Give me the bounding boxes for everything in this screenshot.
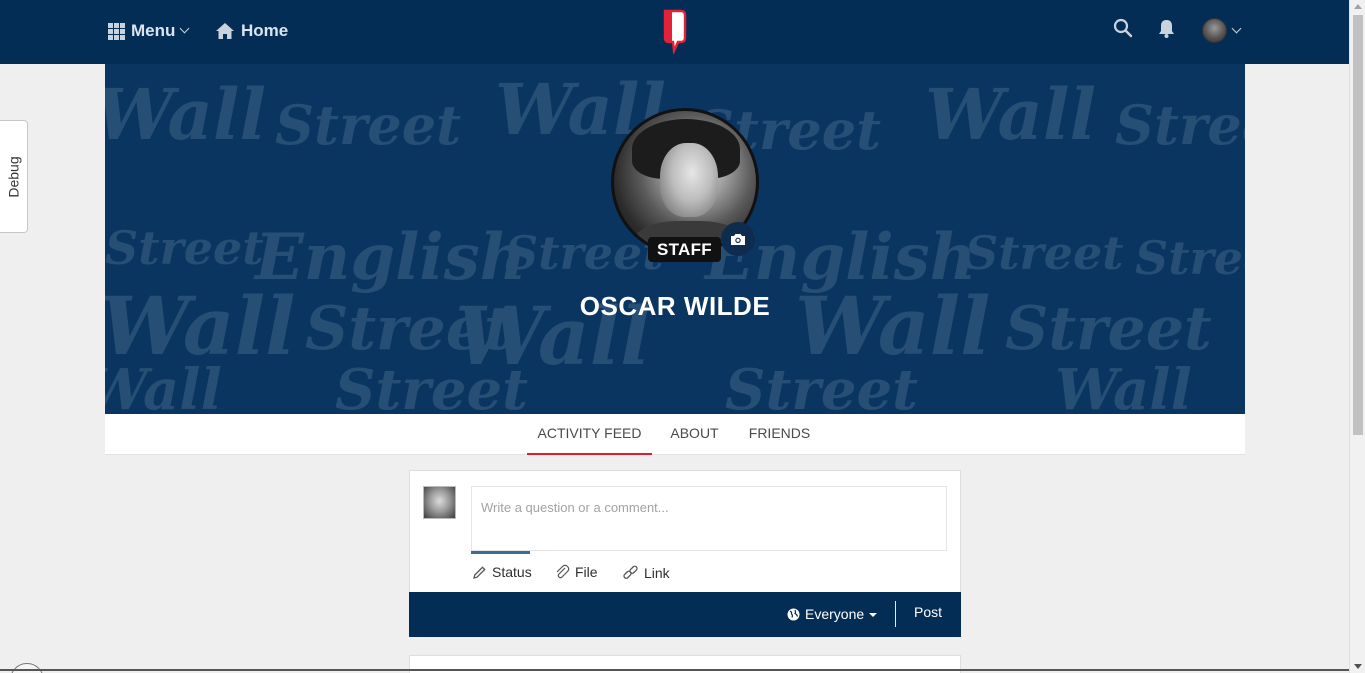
home-icon (216, 23, 234, 39)
window-bottom-edge (0, 669, 1349, 671)
status-type-label: Status (492, 564, 532, 580)
link-icon (623, 565, 638, 579)
home-link[interactable]: Home (215, 18, 288, 44)
composer-footer: Everyone Post (409, 592, 961, 637)
menu-label: Menu (131, 21, 176, 40)
caret-down-icon (869, 613, 878, 617)
audience-label: Everyone (805, 606, 865, 622)
link-type-label: Link (644, 564, 670, 581)
avatar (1202, 18, 1227, 43)
profile-name: OSCAR WILDE (579, 291, 771, 321)
svg-text:Wall: Wall (925, 73, 1096, 156)
chevron-down-icon (1231, 23, 1242, 33)
svg-text:Street: Street (1135, 231, 1245, 285)
scroll-down-icon[interactable] (1354, 664, 1362, 669)
file-type-label: File (575, 564, 598, 580)
scrollbar-thumb[interactable] (1353, 15, 1363, 435)
post-button[interactable]: Post (914, 604, 942, 620)
tab-activity-feed[interactable]: ACTIVITY FEED (527, 414, 652, 455)
staff-badge: STAFF (648, 237, 721, 262)
vertical-scrollbar[interactable] (1349, 0, 1365, 673)
camera-icon[interactable] (721, 222, 755, 256)
chevron-down-icon (179, 23, 190, 34)
comment-input[interactable]: Write a question or a comment... (471, 486, 947, 551)
scroll-up-icon[interactable] (1354, 4, 1362, 9)
post-composer-card: Write a question or a comment... Status … (409, 470, 961, 637)
pencil-icon (473, 565, 486, 579)
svg-text:Wall: Wall (105, 73, 266, 156)
svg-text:Street: Street (965, 226, 1123, 280)
svg-text:Wall: Wall (105, 357, 222, 414)
svg-text:Street: Street (725, 357, 918, 414)
bell-icon[interactable] (1157, 18, 1176, 44)
svg-text:Street: Street (335, 357, 528, 414)
menu-button[interactable]: Menu (108, 18, 190, 44)
debug-label: Debug (5, 155, 22, 198)
logo-icon[interactable] (662, 8, 688, 59)
tab-friends[interactable]: FRIENDS (743, 414, 816, 455)
footer-divider (895, 601, 896, 627)
profile-cover: Wall Street Wall Street Wall Street Stre… (105, 64, 1245, 414)
status-type-button[interactable]: Status (472, 564, 532, 580)
chat-bubble-button[interactable] (10, 663, 44, 673)
home-label: Home (241, 21, 289, 40)
top-navigation-bar: Menu Home (0, 0, 1349, 64)
audience-dropdown[interactable]: Everyone (787, 606, 878, 622)
active-type-indicator (471, 551, 530, 554)
debug-tab[interactable]: Debug (0, 120, 28, 233)
svg-text:Street: Street (105, 221, 263, 275)
profile-tabs: ACTIVITY FEED ABOUT FRIENDS (105, 414, 1245, 455)
svg-text:Street: Street (1115, 93, 1245, 157)
user-menu-button[interactable] (1202, 18, 1242, 43)
paperclip-icon (556, 564, 570, 579)
link-type-button[interactable]: Link (622, 564, 670, 581)
file-type-button[interactable]: File (554, 564, 598, 580)
avatar (423, 486, 456, 519)
svg-text:Wall: Wall (1055, 357, 1192, 414)
globe-icon (787, 608, 800, 620)
grid-icon (108, 22, 125, 40)
svg-text:Street: Street (275, 93, 461, 157)
tab-about[interactable]: ABOUT (663, 414, 726, 455)
search-icon[interactable] (1113, 18, 1133, 43)
